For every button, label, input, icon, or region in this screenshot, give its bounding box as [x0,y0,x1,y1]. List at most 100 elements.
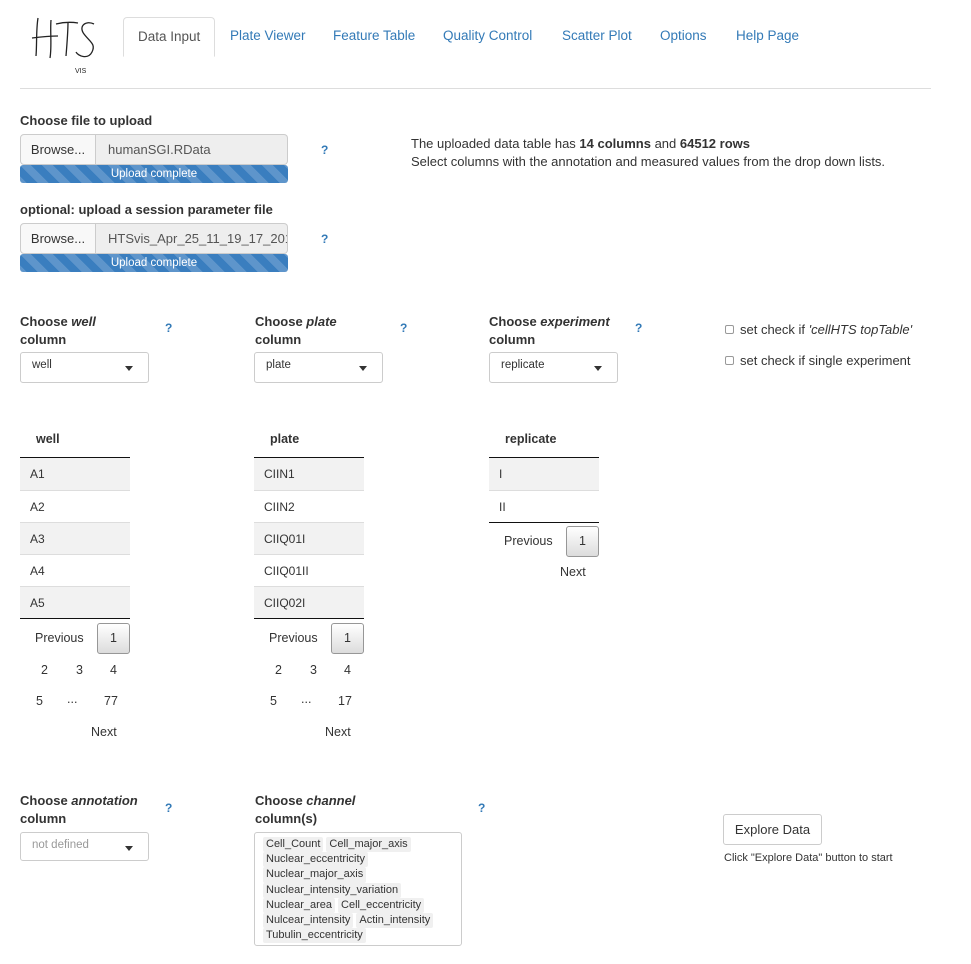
tab-scatter-plot[interactable]: Scatter Plot [548,17,646,56]
table-row: I [489,458,599,490]
annotation-select-value: not defined [32,839,89,851]
table-row: CIIN2 [254,490,364,522]
table-row: A5 [20,586,130,618]
annotation-column-label: Choose annotation column [20,793,138,826]
tab-quality-control[interactable]: Quality Control [429,17,546,56]
browse-button[interactable]: Browse... [20,134,96,165]
single-experiment-checkbox-row[interactable]: set check if single experiment [725,353,911,368]
experiment-help-icon[interactable]: ? [635,321,642,335]
well-column-label: Choose well column [20,314,96,347]
tab-help-page[interactable]: Help Page [722,17,813,56]
logo-mark: VIS [31,17,95,75]
session-upload-label: optional: upload a session parameter fil… [20,202,273,217]
well-table-pager: Previous 1 2 3 4 5 ... 77 Next [20,622,140,742]
table-header[interactable]: replicate [489,421,599,458]
nav-divider [20,88,931,89]
table-row: A1 [20,458,130,490]
well-select-value: well [32,359,52,371]
tab-plate-viewer[interactable]: Plate Viewer [216,17,320,56]
table-row: A3 [20,522,130,554]
channel-chip[interactable]: Cell_eccentricity [338,897,425,914]
pager-current-page[interactable]: 1 [97,623,130,654]
plate-column-select[interactable]: plate [254,352,383,383]
single-experiment-checkbox[interactable] [725,356,734,365]
table-row: A4 [20,554,130,586]
pager-current-page[interactable]: 1 [566,526,599,557]
pager-next[interactable]: Next [560,565,586,579]
well-preview-table: well A1 A2 A3 A4 A5 [20,421,130,619]
experiment-select-value: replicate [501,359,545,371]
plate-table-pager: Previous 1 2 3 4 5 ... 17 Next [254,622,374,742]
pager-page[interactable]: 5 [36,694,43,708]
session-browse-button[interactable]: Browse... [20,223,96,254]
channel-chip[interactable]: Actin_intensity [356,913,434,929]
pager-previous[interactable]: Previous [35,631,84,645]
channel-column-label: Choose channel column(s) [255,793,356,826]
table-header[interactable]: well [20,421,130,458]
channel-chip[interactable]: Nuclear_eccentricity [263,852,369,868]
upload-label: Choose file to upload [20,113,153,128]
channel-chip[interactable]: Nuclear_intensity_variation [263,882,402,898]
upload-help-icon[interactable]: ? [321,143,328,157]
pager-ellipsis: ... [67,692,78,706]
pager-current-page[interactable]: 1 [331,623,364,654]
pager-page[interactable]: 4 [110,663,117,677]
toptable-label-em: 'cellHTS topTable' [808,322,913,337]
channel-multiselect[interactable]: Cell_Count Cell_major_axis Nuclear_eccent… [254,832,462,946]
channel-chip[interactable]: Nuclear_area [263,897,336,914]
annotation-column-select[interactable]: not defined [20,832,149,861]
pager-page[interactable]: 2 [41,663,48,677]
session-help-icon[interactable]: ? [321,232,328,246]
pager-page[interactable]: 3 [76,663,83,677]
table-row: II [489,490,599,522]
hts-vis-logo: VIS [28,10,108,80]
plate-select-value: plate [266,359,291,371]
info-rows: 64512 rows [679,136,750,151]
well-column-select[interactable]: well [20,352,149,383]
pager-next[interactable]: Next [91,725,117,739]
table-row: CIIQ02I [254,586,364,618]
plate-column-label: Choose plate column [255,314,337,347]
info-mid: and [650,136,680,151]
channel-chip[interactable]: Nuclear_major_axis [263,867,367,883]
well-help-icon[interactable]: ? [165,321,172,335]
info-instruction: Select columns with the annotation and m… [411,154,886,169]
plate-preview-table: plate CIIN1 CIIN2 CIIQ01I CIIQ01II CIIQ0… [254,421,364,619]
chevron-down-icon [125,366,133,371]
table-row: CIIQ01I [254,522,364,554]
channel-chip[interactable]: Cell_major_axis [326,837,411,853]
channel-help-icon[interactable]: ? [478,801,485,815]
table-row: CIIN1 [254,458,364,490]
file-name-field: humanSGI.RData [96,134,288,165]
single-experiment-label: set check if single experiment [740,353,911,368]
pager-page[interactable]: 77 [104,694,118,708]
data-file-input[interactable]: Browse... humanSGI.RData [20,134,288,165]
plate-help-icon[interactable]: ? [400,321,407,335]
pager-previous[interactable]: Previous [504,534,553,548]
pager-page[interactable]: 3 [310,663,317,677]
annotation-help-icon[interactable]: ? [165,801,172,815]
pager-page[interactable]: 2 [275,663,282,677]
toptable-checkbox[interactable] [725,325,734,334]
replicate-preview-table: replicate I II [489,421,599,523]
channel-chip[interactable]: Tubulin_eccentricity [263,928,366,944]
toptable-checkbox-row[interactable]: set check if 'cellHTS topTable' [725,322,912,337]
table-header[interactable]: plate [254,421,364,458]
pager-previous[interactable]: Previous [269,631,318,645]
pager-page[interactable]: 17 [338,694,352,708]
pager-page[interactable]: 5 [270,694,277,708]
explore-hint: Click "Explore Data" button to start [724,852,893,864]
explore-data-button[interactable]: Explore Data [723,814,822,845]
tab-options[interactable]: Options [646,17,721,56]
experiment-column-select[interactable]: replicate [489,352,618,383]
table-row: A2 [20,490,130,522]
tab-data-input[interactable]: Data Input [123,17,216,57]
tab-feature-table[interactable]: Feature Table [319,17,429,56]
channel-chip[interactable]: Cell_Count [263,837,324,853]
session-file-input[interactable]: Browse... HTSvis_Apr_25_11_19_17_201 [20,223,288,254]
pager-page[interactable]: 4 [344,663,351,677]
toptable-label: set check if [740,322,809,337]
replicate-table-pager: Previous 1 Next [489,525,609,585]
channel-chip[interactable]: Nulcear_intensity [263,913,354,929]
pager-next[interactable]: Next [325,725,351,739]
